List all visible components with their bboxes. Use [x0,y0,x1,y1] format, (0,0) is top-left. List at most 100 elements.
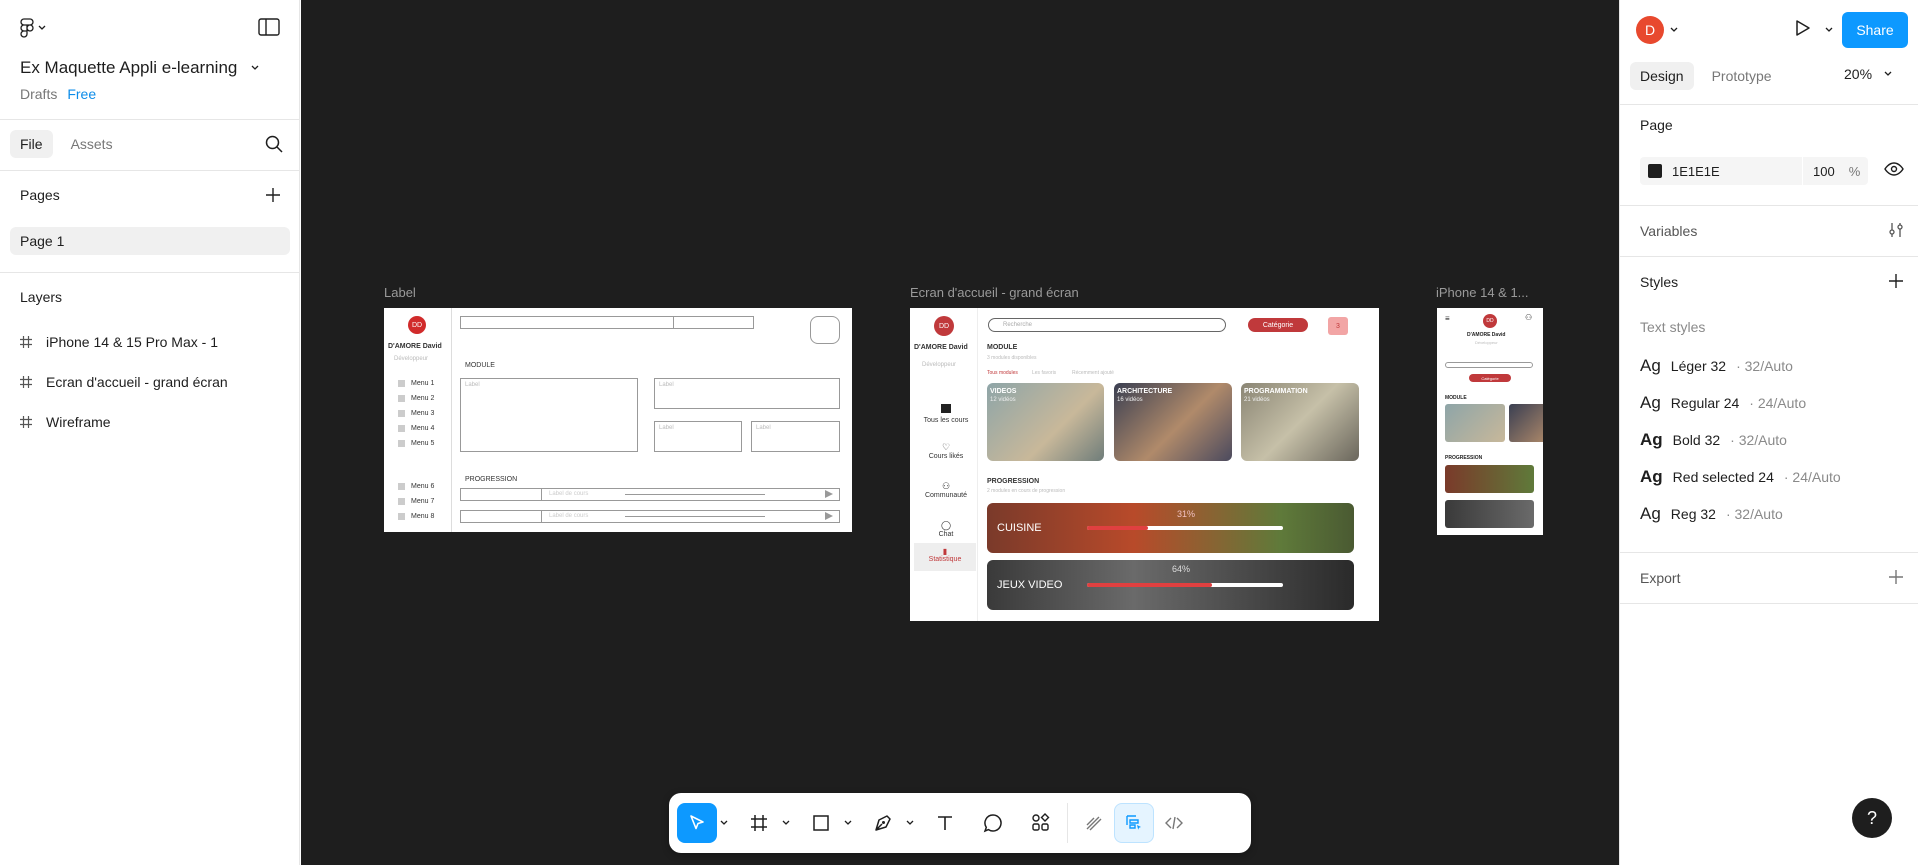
frame-tool[interactable] [739,803,779,843]
design-tabs: Design Prototype [1630,62,1782,90]
chevron-down-icon[interactable] [779,820,793,826]
tab-file[interactable]: File [10,130,53,158]
layer-label: Wireframe [46,414,111,430]
pages-heading: Pages [20,187,60,203]
tab-prototype[interactable]: Prototype [1702,62,1782,90]
text-style-item[interactable]: Ag Léger 32 · 32/Auto [1640,356,1793,376]
module-heading: MODULE [1445,395,1467,401]
chevron-down-icon[interactable] [1825,27,1833,33]
acc-search-input: Recherche [988,318,1226,332]
text-icon [938,816,952,830]
page-item-1[interactable]: Page 1 [10,227,290,255]
file-title[interactable]: Ex Maquette Appli e-learning [20,58,259,78]
design-mode-button[interactable] [1114,803,1154,843]
menu-item: Menu 4 [398,425,434,432]
style-preview: Ag [1640,467,1663,486]
tab-assets[interactable]: Assets [61,130,123,158]
layer-label: Ecran d'accueil - grand écran [46,374,228,390]
user-avatar[interactable]: D [1636,16,1664,44]
text-tool[interactable] [925,803,965,843]
opacity-unit: % [1848,163,1861,179]
frame-wireframe[interactable]: DD D'AMORE David Développeur Menu 1 Menu… [384,308,852,532]
text-style-item[interactable]: Ag Regular 24 · 24/Auto [1640,393,1806,413]
layer-item[interactable]: Wireframe [20,410,111,434]
divider [1620,104,1918,105]
nav-chat: ◯ Chat [938,520,954,538]
layer-item[interactable]: iPhone 14 & 15 Pro Max - 1 [20,330,218,354]
add-style-icon[interactable] [1888,273,1906,291]
help-button[interactable]: ? [1852,798,1892,838]
chevron-down-icon[interactable] [717,820,731,826]
add-page-icon[interactable] [265,187,283,205]
acc-card: ARCHITECTURE 16 vidéos [1114,383,1232,461]
share-button[interactable]: Share [1842,12,1908,48]
comment-icon [983,814,1002,833]
variables-settings-icon[interactable] [1888,222,1904,243]
canvas[interactable]: Label DD D'AMORE David Développeur Menu … [301,0,1619,865]
text-styles-heading: Text styles [1640,319,1706,335]
style-preview: Ag [1640,393,1661,412]
zoom-control[interactable]: 20% [1844,66,1892,82]
wf-card: Label [654,421,742,452]
acc-progression-sub: 2 modules en cours de progression [987,488,1066,494]
present-button[interactable] [1792,18,1816,42]
acc-progression-heading: PROGRESSION [987,478,1040,485]
progress-card [1445,465,1534,493]
color-swatch[interactable] [1648,164,1662,178]
draw-mode-button[interactable] [1074,803,1114,843]
page-color-field[interactable]: 1E1E1E 100 % [1640,157,1868,185]
figma-menu-button[interactable] [20,18,60,38]
move-tool[interactable] [677,803,717,843]
variables-heading[interactable]: Variables [1640,223,1697,239]
divider [1620,552,1918,553]
wf-module-heading: MODULE [465,362,495,369]
style-meta: · 24/Auto [1783,469,1841,485]
text-style-item[interactable]: Ag Reg 32 · 32/Auto [1640,504,1783,524]
page-opacity[interactable]: 100 [1813,164,1835,179]
frame-accueil[interactable]: DD D'AMORE David Développeur Tous les co… [910,308,1379,621]
comment-tool[interactable] [973,803,1013,843]
rectangle-tool[interactable] [801,803,841,843]
module-card [1445,404,1505,442]
text-style-item[interactable]: Ag Bold 32 · 32/Auto [1640,430,1787,450]
actions-tool[interactable] [1021,803,1061,843]
frame-label-iphone[interactable]: iPhone 14 & 1... [1436,285,1529,300]
layer-item[interactable]: Ecran d'accueil - grand écran [20,370,228,394]
frame-label-wireframe[interactable]: Label [384,285,416,300]
add-export-icon[interactable] [1888,569,1906,587]
acc-badge: 3 [1328,317,1348,335]
style-name: Reg 32 [1670,506,1716,522]
menu-item: Menu 1 [398,380,434,387]
design-mode-icon [1126,815,1141,830]
export-heading[interactable]: Export [1640,570,1680,586]
pen-tool[interactable] [863,803,903,843]
frame-iphone[interactable]: ≡ ⚇ DD D'AMORE David Développeur Catégor… [1437,308,1543,535]
nav-statistics: ▮ Statistique [914,543,976,571]
figma-logo-icon [20,18,34,38]
menu-item: Menu 6 [398,483,434,490]
chevron-down-icon[interactable] [841,820,855,826]
profile-role: Développeur [1475,340,1498,345]
search-icon[interactable] [265,135,285,155]
eye-icon[interactable] [1884,162,1904,181]
progress-track [1087,583,1283,587]
frame-icon [20,376,32,388]
chevron-down-icon[interactable] [903,820,917,826]
plan-badge[interactable]: Free [67,86,96,102]
style-name: Léger 32 [1670,358,1727,374]
chevron-down-icon[interactable] [1670,27,1678,33]
style-name: Regular 24 [1670,395,1740,411]
acc-filter: Récemment ajouté [1072,370,1114,376]
dev-mode-button[interactable] [1154,803,1194,843]
profile-name: D'AMORE David [1467,332,1506,338]
module-card [1509,404,1543,442]
wf-search-box [460,316,754,329]
layers-heading: Layers [20,289,63,305]
frame-label-accueil[interactable]: Ecran d'accueil - grand écran [910,285,1079,300]
file-location[interactable]: Drafts [20,86,57,102]
tab-design[interactable]: Design [1630,62,1694,90]
page-color-hex[interactable]: 1E1E1E [1672,164,1802,179]
divider [1620,205,1918,206]
sidebar-toggle-icon[interactable] [258,18,282,38]
text-style-item[interactable]: Ag Red selected 24 · 24/Auto [1640,467,1841,487]
